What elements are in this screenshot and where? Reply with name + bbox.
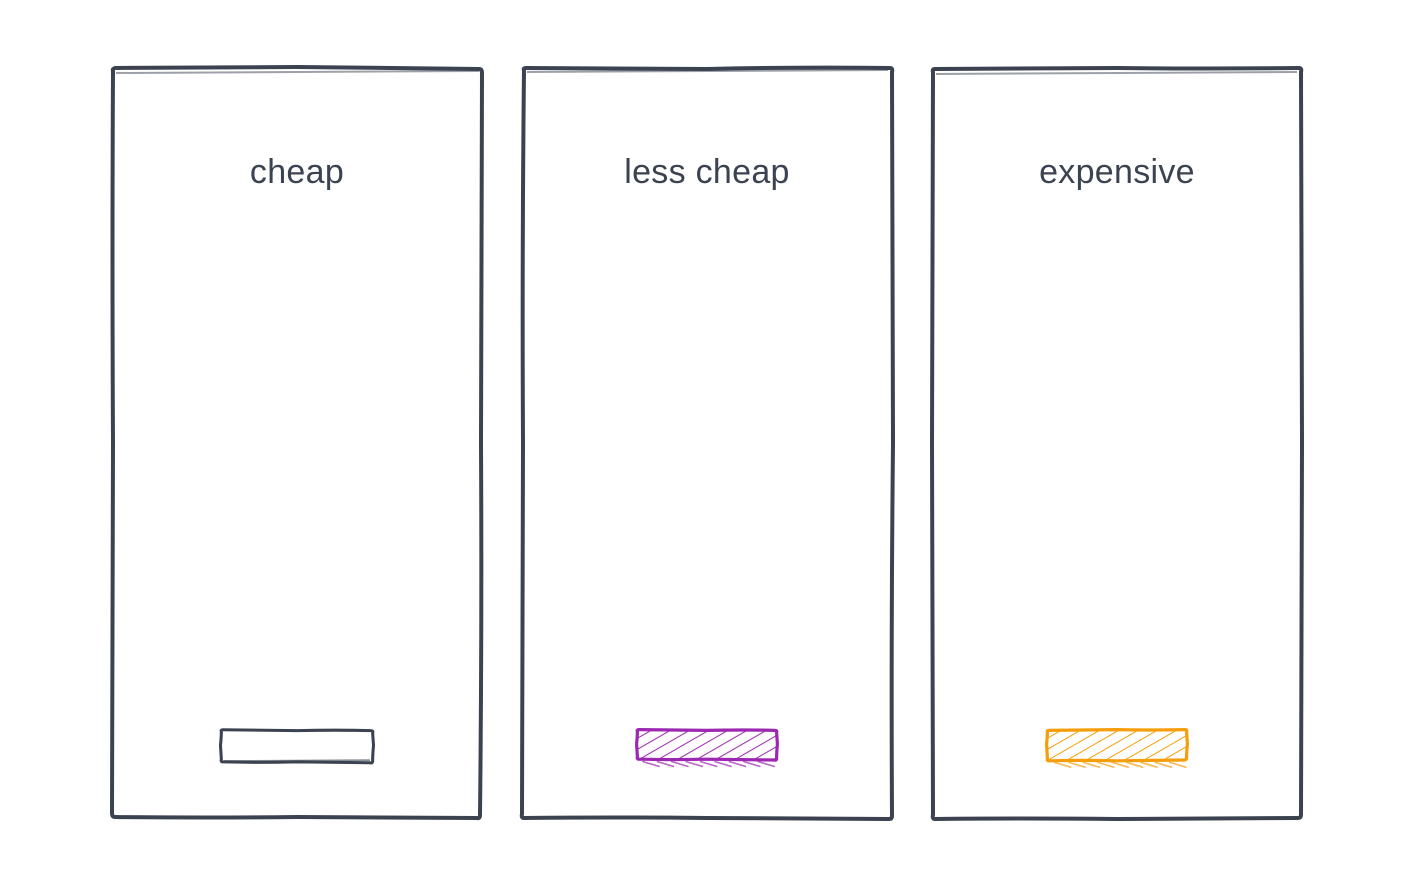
ad-slot-empty-icon [207, 728, 387, 768]
pricing-card-less-cheap: less cheap [517, 63, 897, 823]
pricing-card-cheap: cheap [107, 63, 487, 823]
ad-slot-purple-icon [617, 728, 797, 768]
card-title: expensive [1039, 153, 1195, 192]
card-title: cheap [250, 153, 344, 192]
ad-slot-orange-icon [1027, 728, 1207, 768]
card-title: less cheap [624, 153, 790, 192]
pricing-card-expensive: expensive [927, 63, 1307, 823]
